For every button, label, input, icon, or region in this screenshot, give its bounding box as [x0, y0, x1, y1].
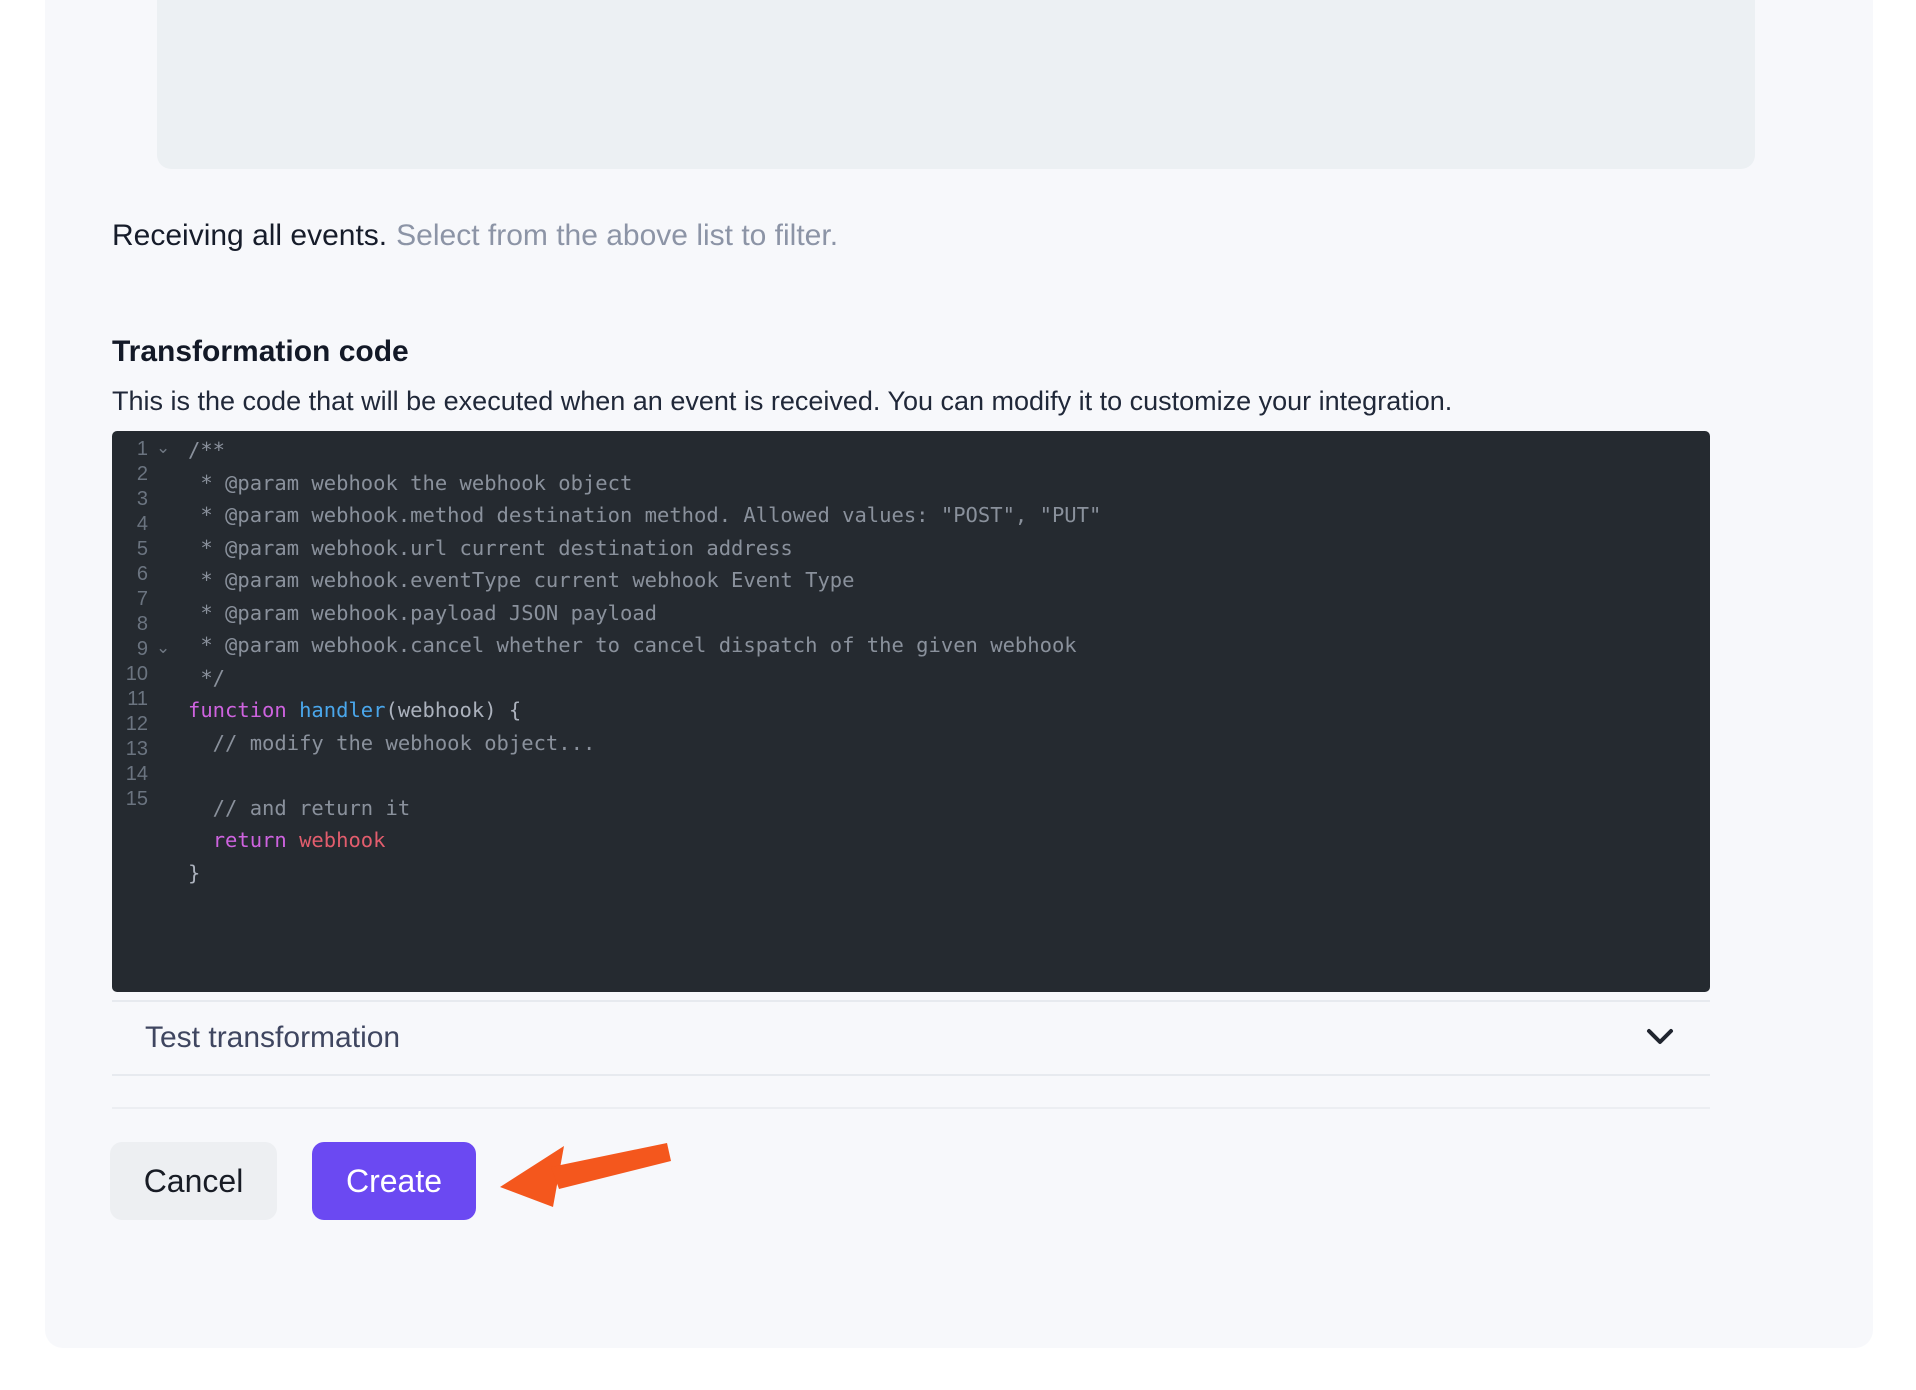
events-status-line: Receiving all events. Select from the abo…	[112, 218, 838, 254]
create-button[interactable]: Create	[312, 1142, 476, 1220]
chevron-down-icon[interactable]	[1642, 1025, 1678, 1051]
code-token: * @param webhook.eventType current webho…	[188, 568, 854, 592]
code-token: /**	[188, 438, 225, 462]
code-line: // and return it	[188, 792, 1710, 825]
code-line: /**	[188, 434, 1710, 467]
code-token: }	[188, 861, 200, 885]
code-line: return webhook	[188, 824, 1710, 857]
code-token: * @param webhook.url current destination…	[188, 536, 793, 560]
code-token: * @param webhook the webhook object	[188, 471, 632, 495]
code-token: */	[188, 666, 225, 690]
code-token: // modify the webhook object...	[188, 731, 595, 755]
test-transformation-header[interactable]: Test transformation	[112, 1002, 1710, 1074]
divider-footer	[112, 1107, 1710, 1109]
code-token	[287, 698, 299, 722]
code-line: * @param webhook.method destination meth…	[188, 499, 1710, 532]
code-token: // and return it	[188, 796, 410, 820]
code-line: * @param webhook.payload JSON payload	[188, 597, 1710, 630]
events-status-muted: Select from the above list to filter.	[396, 219, 838, 252]
transformation-code-title: Transformation code	[112, 335, 409, 369]
code-line: function handler(webhook) {	[188, 694, 1710, 727]
editor-code[interactable]: /** * @param webhook the webhook object …	[112, 434, 1710, 889]
code-line: }	[188, 857, 1710, 890]
event-filter-panel	[157, 0, 1755, 169]
code-token: return	[213, 828, 287, 852]
transformation-code-description: This is the code that will be executed w…	[112, 386, 1452, 417]
code-line: * @param webhook.cancel whether to cance…	[188, 629, 1710, 662]
test-transformation-title: Test transformation	[145, 1021, 400, 1055]
cancel-button[interactable]: Cancel	[110, 1142, 277, 1220]
code-token: * @param webhook.cancel whether to cance…	[188, 633, 1077, 657]
code-line: * @param webhook the webhook object	[188, 467, 1710, 500]
code-token: * @param webhook.payload JSON payload	[188, 601, 657, 625]
code-line: * @param webhook.url current destination…	[188, 532, 1710, 565]
code-token	[188, 828, 213, 852]
code-line: * @param webhook.eventType current webho…	[188, 564, 1710, 597]
code-token: * @param webhook.method destination meth…	[188, 503, 1101, 527]
code-editor[interactable]: 1⌄23456789⌄101112131415 /** * @param web…	[112, 431, 1710, 992]
code-token: webhook	[299, 828, 385, 852]
code-token	[287, 828, 299, 852]
code-token: function	[188, 698, 287, 722]
divider-below-accordion	[112, 1074, 1710, 1076]
code-line	[188, 759, 1710, 792]
code-line: */	[188, 662, 1710, 695]
code-line: // modify the webhook object...	[188, 727, 1710, 760]
events-status-strong: Receiving all events.	[112, 219, 387, 252]
code-token: handler	[299, 698, 385, 722]
code-token: (webhook) {	[386, 698, 522, 722]
